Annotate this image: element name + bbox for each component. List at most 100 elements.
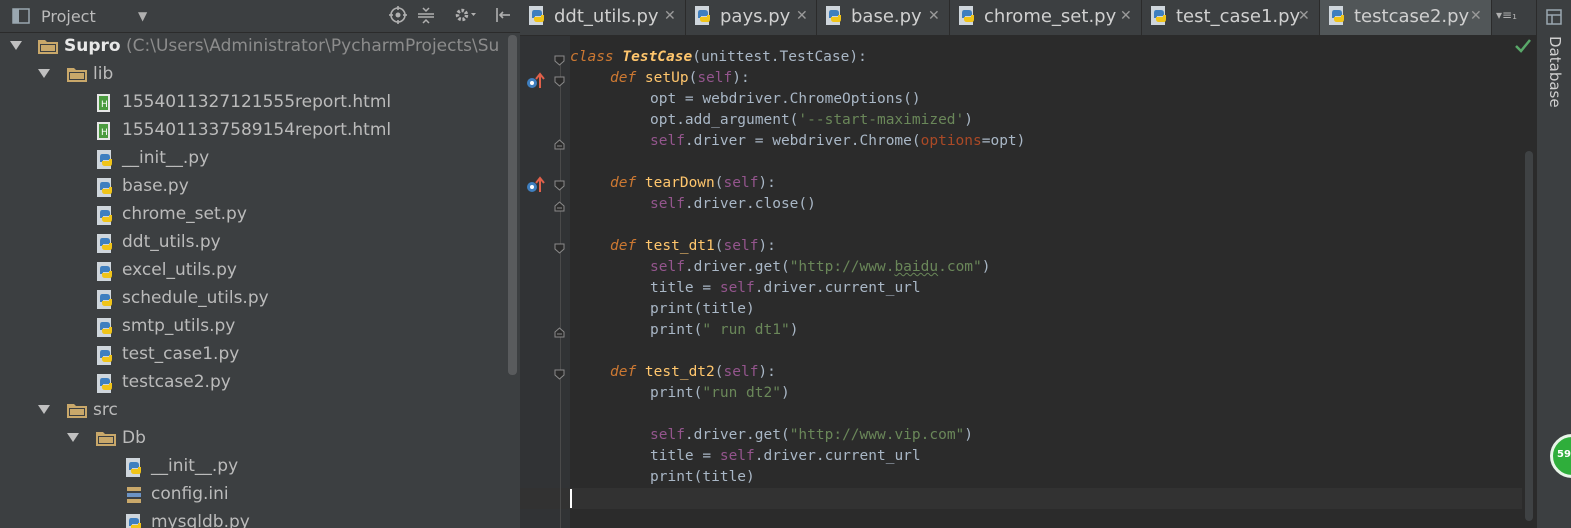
tab-close-icon[interactable]: ✕ [1120,8,1132,24]
tree-item-lib[interactable]: lib [0,61,505,89]
tab-label: base.py [851,6,922,27]
tab-close-icon[interactable]: ✕ [1298,8,1310,24]
editor-scrollbar-thumb[interactable] [1525,151,1533,521]
tree-item-src[interactable]: src [0,397,505,425]
collapse-all-icon[interactable] [417,6,435,28]
fold-guide-line [560,60,561,528]
folder-icon [95,429,117,452]
tree-item-label: lib [93,64,114,84]
tree-scrollbar-thumb[interactable] [508,35,517,375]
tab-close-icon[interactable]: ✕ [796,8,808,24]
code-line-1: class TestCase(unittest.TestCase): [570,49,867,65]
tree-item-ddt-utils-py[interactable]: ddt_utils.py [0,229,505,257]
tree-item-supro[interactable]: Supro (C:\Users\Administrator\PycharmPro… [0,33,505,61]
code-line-14: print(" run dt1") [650,322,799,338]
project-view-icon[interactable] [12,8,30,28]
editor-scrollbar[interactable] [1522,36,1536,528]
tree-item-db[interactable]: Db [0,425,505,453]
expand-arrow-icon[interactable] [38,69,50,78]
override-method-icon[interactable] [526,176,546,194]
tab-label: chrome_set.py [984,6,1117,27]
fold-end-marker-icon[interactable] [554,139,565,150]
tab-test-case1-py[interactable]: test_case1.py ✕ [1142,0,1320,35]
tree-item-label: excel_utils.py [122,260,237,280]
project-panel-header: Project ▼ [0,0,520,33]
folder-icon [66,401,88,424]
tree-item-init-py[interactable]: __init__.py [0,145,505,173]
text-caret [570,489,572,508]
tree-item-report-html-1[interactable]: H 1554011327121555report.html [0,89,505,117]
project-panel-title[interactable]: Project [41,7,96,26]
project-panel: Project ▼ Supro (C:\Users\Administrator\… [0,0,520,528]
tree-item-config-ini[interactable]: config.ini [0,481,505,509]
tree-item-smtp-utils-py[interactable]: smtp_utils.py [0,313,505,341]
tree-item-excel-utils-py[interactable]: excel_utils.py [0,257,505,285]
settings-gear-icon[interactable] [453,6,477,28]
expand-arrow-icon[interactable] [10,41,22,50]
tab-overflow-menu-icon[interactable]: ▾≡₁ [1496,8,1517,22]
code-editor[interactable]: class TestCase(unittest.TestCase): def s… [520,36,1536,528]
tree-item-label: mysqldb.py [151,512,250,528]
tree-item-label: ddt_utils.py [122,232,221,252]
view-dropdown-icon[interactable]: ▼ [138,9,147,23]
svg-text:H: H [101,100,108,110]
tree-item-test-case1-py[interactable]: test_case1.py [0,341,505,369]
scroll-from-source-icon[interactable] [389,6,407,28]
folder-icon [37,37,59,60]
python-file-icon [1150,5,1170,31]
tab-close-icon[interactable]: ✕ [664,8,676,24]
tree-item-db-init-py[interactable]: __init__.py [0,453,505,481]
tree-item-mysqldb-py[interactable]: mysqldb.py [0,509,505,528]
fold-end-marker-icon[interactable] [554,201,565,212]
editor-gutter [520,36,570,528]
database-icon[interactable] [1545,8,1563,26]
tree-item-label: __init__.py [151,456,239,476]
python-file-icon [1328,5,1348,31]
folder-icon [66,65,88,88]
python-file-icon [96,317,116,344]
fold-end-marker-icon[interactable] [554,327,565,338]
expand-arrow-icon[interactable] [67,433,79,442]
expand-arrow-icon[interactable] [38,405,50,414]
database-tool-label[interactable]: Database [1546,36,1564,108]
tab-label: testcase2.py [1354,6,1470,27]
tab-close-icon[interactable]: ✕ [928,8,940,24]
tree-item-base-py[interactable]: base.py [0,173,505,201]
code-line-10: def test_dt1(self): [610,238,776,254]
tab-label: ddt_utils.py [554,6,659,27]
code-line-21: print(title) [650,469,755,485]
notification-count: 59 [1557,449,1571,460]
tab-chrome-set-py[interactable]: chrome_set.py ✕ [950,0,1142,35]
code-line-12: title = self.driver.current_url [650,280,921,296]
code-line-13: print(title) [650,301,755,317]
fold-marker-icon[interactable] [554,369,565,380]
python-file-icon [694,5,714,31]
code-line-17: print("run dt2") [650,385,790,401]
code-line-3: opt = webdriver.ChromeOptions() [650,91,921,107]
python-file-icon [96,177,116,204]
tree-scrollbar[interactable] [505,33,520,528]
editor-tab-bar: ddt_utils.py ✕ pays.py ✕ base.py ✕ chrom… [520,0,1536,36]
python-file-icon [125,513,145,528]
hide-panel-icon[interactable] [494,6,512,28]
tab-base-py[interactable]: base.py ✕ [817,0,950,35]
tab-close-icon[interactable]: ✕ [1470,8,1482,24]
fold-marker-icon[interactable] [554,180,565,191]
inspection-ok-check-icon[interactable] [1514,38,1532,54]
tab-pays-py[interactable]: pays.py ✕ [686,0,817,35]
tree-item-report-html-2[interactable]: H 1554011337589154report.html [0,117,505,145]
python-file-icon [96,345,116,372]
override-method-icon[interactable] [526,72,546,90]
fold-marker-icon[interactable] [554,76,565,87]
code-line-16: def test_dt2(self): [610,364,776,380]
tree-item-schedule-utils-py[interactable]: schedule_utils.py [0,285,505,313]
tree-item-testcase2-py[interactable]: testcase2.py [0,369,505,397]
tree-item-label: src [93,400,118,420]
tab-ddt-utils-py[interactable]: ddt_utils.py ✕ [520,0,686,35]
tree-item-chrome-set-py[interactable]: chrome_set.py [0,201,505,229]
tab-testcase2-py[interactable]: testcase2.py ✕ [1320,0,1492,35]
fold-marker-icon[interactable] [554,55,565,66]
code-line-20: title = self.driver.current_url [650,448,921,464]
tree-item-label: Db [122,428,146,448]
fold-marker-icon[interactable] [554,243,565,254]
